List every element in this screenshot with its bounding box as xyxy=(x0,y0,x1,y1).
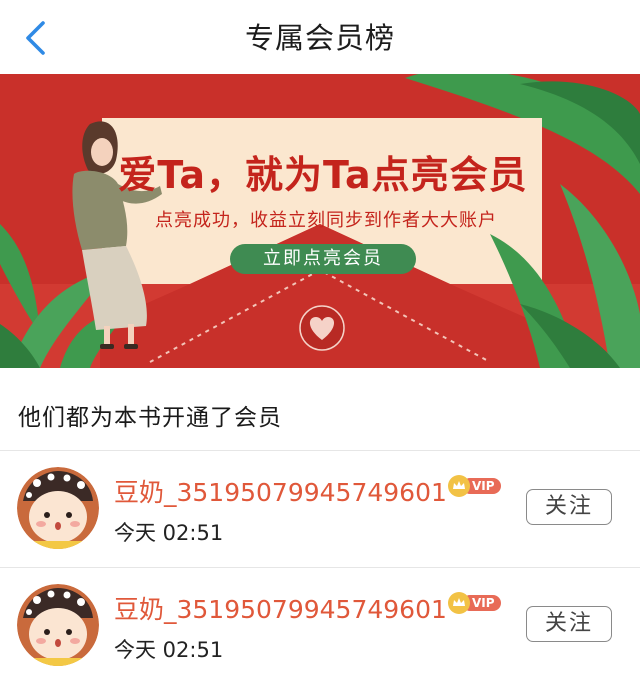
avatar[interactable] xyxy=(17,467,99,549)
member-name[interactable]: 豆奶_35195079945749601 xyxy=(114,473,447,509)
member-time: 今天 02:51 xyxy=(114,521,224,545)
nav-bar: 专属会员榜 xyxy=(0,0,640,74)
avatar[interactable] xyxy=(17,584,99,666)
vip-badge: VIP xyxy=(448,592,502,614)
section-title: 他们都为本书开通了会员 xyxy=(18,405,282,431)
light-up-membership-button[interactable]: 立即点亮会员 xyxy=(230,244,416,274)
promo-banner[interactable]: 爱Ta，就为Ta点亮会员 点亮成功，收益立刻同步到作者大大账户 立即点亮会员 xyxy=(0,74,640,368)
member-name[interactable]: 豆奶_35195079945749601 xyxy=(114,590,447,626)
member-row[interactable]: 豆奶_35195079945749601 VIP 今天 02:51 关注 xyxy=(0,568,640,684)
vip-badge: VIP xyxy=(448,475,502,497)
crown-icon xyxy=(448,475,470,497)
banner-headline: 爱Ta，就为Ta点亮会员 xyxy=(118,153,528,197)
follow-button[interactable]: 关注 xyxy=(526,489,612,525)
avatar-image xyxy=(17,584,99,666)
avatar-image xyxy=(17,467,99,549)
banner-subline: 点亮成功，收益立刻同步到作者大大账户 xyxy=(155,210,497,231)
member-row[interactable]: 豆奶_35195079945749601 VIP 今天 02:51 关注 xyxy=(0,451,640,567)
page-title: 专属会员榜 xyxy=(244,21,395,55)
crown-icon xyxy=(448,592,470,614)
follow-button[interactable]: 关注 xyxy=(526,606,612,642)
member-time: 今天 02:51 xyxy=(114,638,224,662)
